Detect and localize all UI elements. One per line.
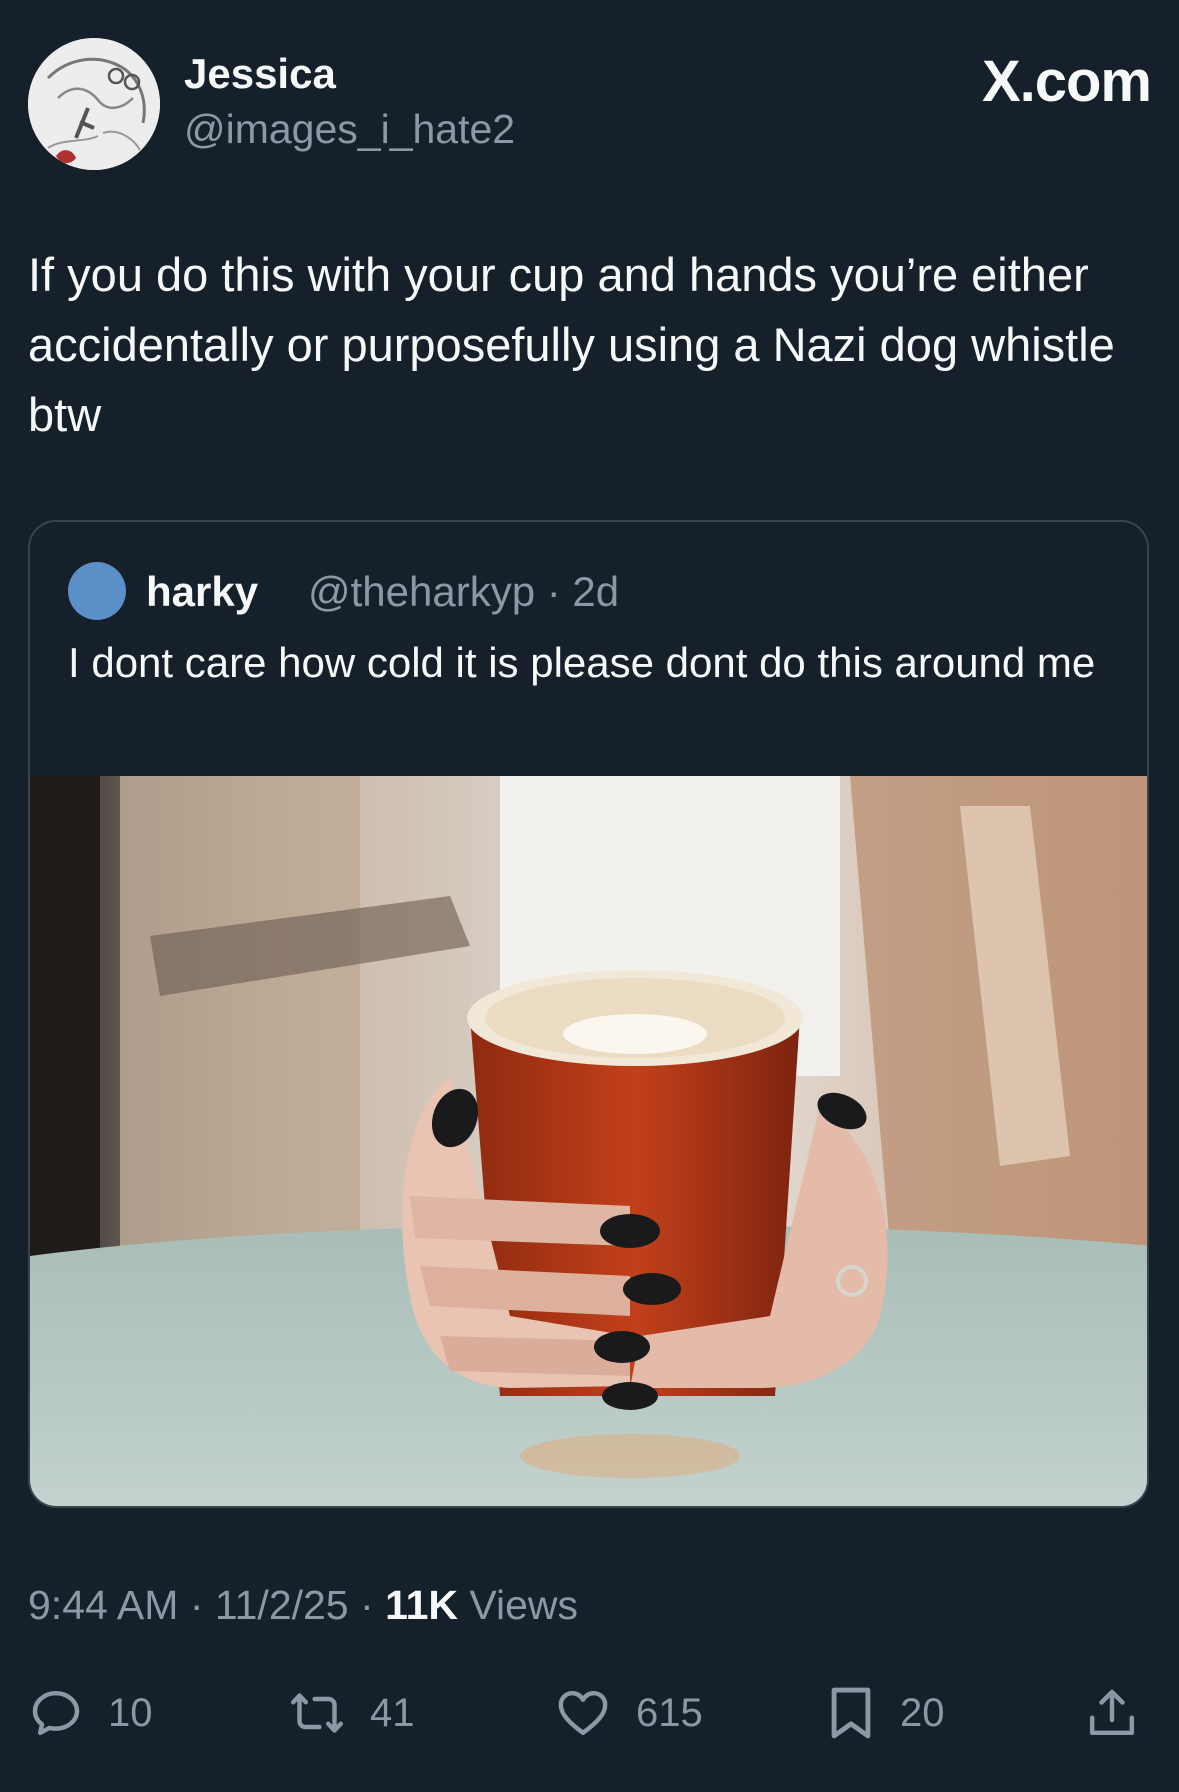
sketch-avatar-icon — [28, 38, 160, 170]
share-icon — [1089, 1689, 1135, 1736]
bookmark-icon — [831, 1687, 871, 1739]
quoted-tweet-card[interactable]: harky @theharkyp · 2d I dont care how co… — [28, 520, 1149, 1508]
like-button[interactable]: 615 — [554, 1680, 703, 1746]
bookmark-count: 20 — [900, 1690, 945, 1735]
tweet-meta: 9:44 AM · 11/2/25 · 11K Views — [28, 1582, 578, 1629]
heart-icon — [558, 1690, 608, 1736]
author-display-name[interactable]: Jessica — [184, 50, 336, 98]
tweet-time-date[interactable]: 9:44 AM · 11/2/25 · — [28, 1582, 385, 1628]
tweet-header: Jessica @images_i_hate2 X.com — [28, 38, 1152, 173]
quoted-author-avatar[interactable] — [68, 562, 126, 620]
source-watermark: X.com — [981, 49, 1152, 114]
author-handle[interactable]: @images_i_hate2 — [184, 106, 515, 153]
reply-button[interactable]: 10 — [28, 1680, 153, 1746]
reply-icon — [32, 1690, 80, 1736]
views-label: Views — [458, 1582, 579, 1628]
repost-icon — [290, 1693, 344, 1733]
repost-button[interactable]: 41 — [288, 1680, 415, 1746]
views-count: 11K — [385, 1582, 459, 1628]
bookmark-button[interactable]: 20 — [826, 1680, 945, 1746]
tweet-action-bar: 10 41 615 20 — [28, 1680, 1151, 1746]
repost-count: 41 — [370, 1690, 415, 1735]
quoted-author-name[interactable]: harky — [146, 568, 258, 616]
photo-hands-holding-cup-icon — [30, 776, 1147, 1506]
reply-count: 10 — [108, 1690, 153, 1735]
author-avatar[interactable] — [28, 38, 160, 170]
tweet-text: If you do this with your cup and hands y… — [28, 248, 1115, 441]
quoted-tweet-header: harky @theharkyp · 2d — [68, 562, 1108, 624]
quoted-tweet-text: I dont care how cold it is please dont d… — [68, 639, 1096, 686]
share-button[interactable] — [1084, 1680, 1140, 1746]
like-count: 615 — [636, 1690, 703, 1735]
quoted-tweet-photo[interactable] — [30, 776, 1147, 1506]
quoted-author-handle-time: @theharkyp · 2d — [308, 568, 620, 615]
